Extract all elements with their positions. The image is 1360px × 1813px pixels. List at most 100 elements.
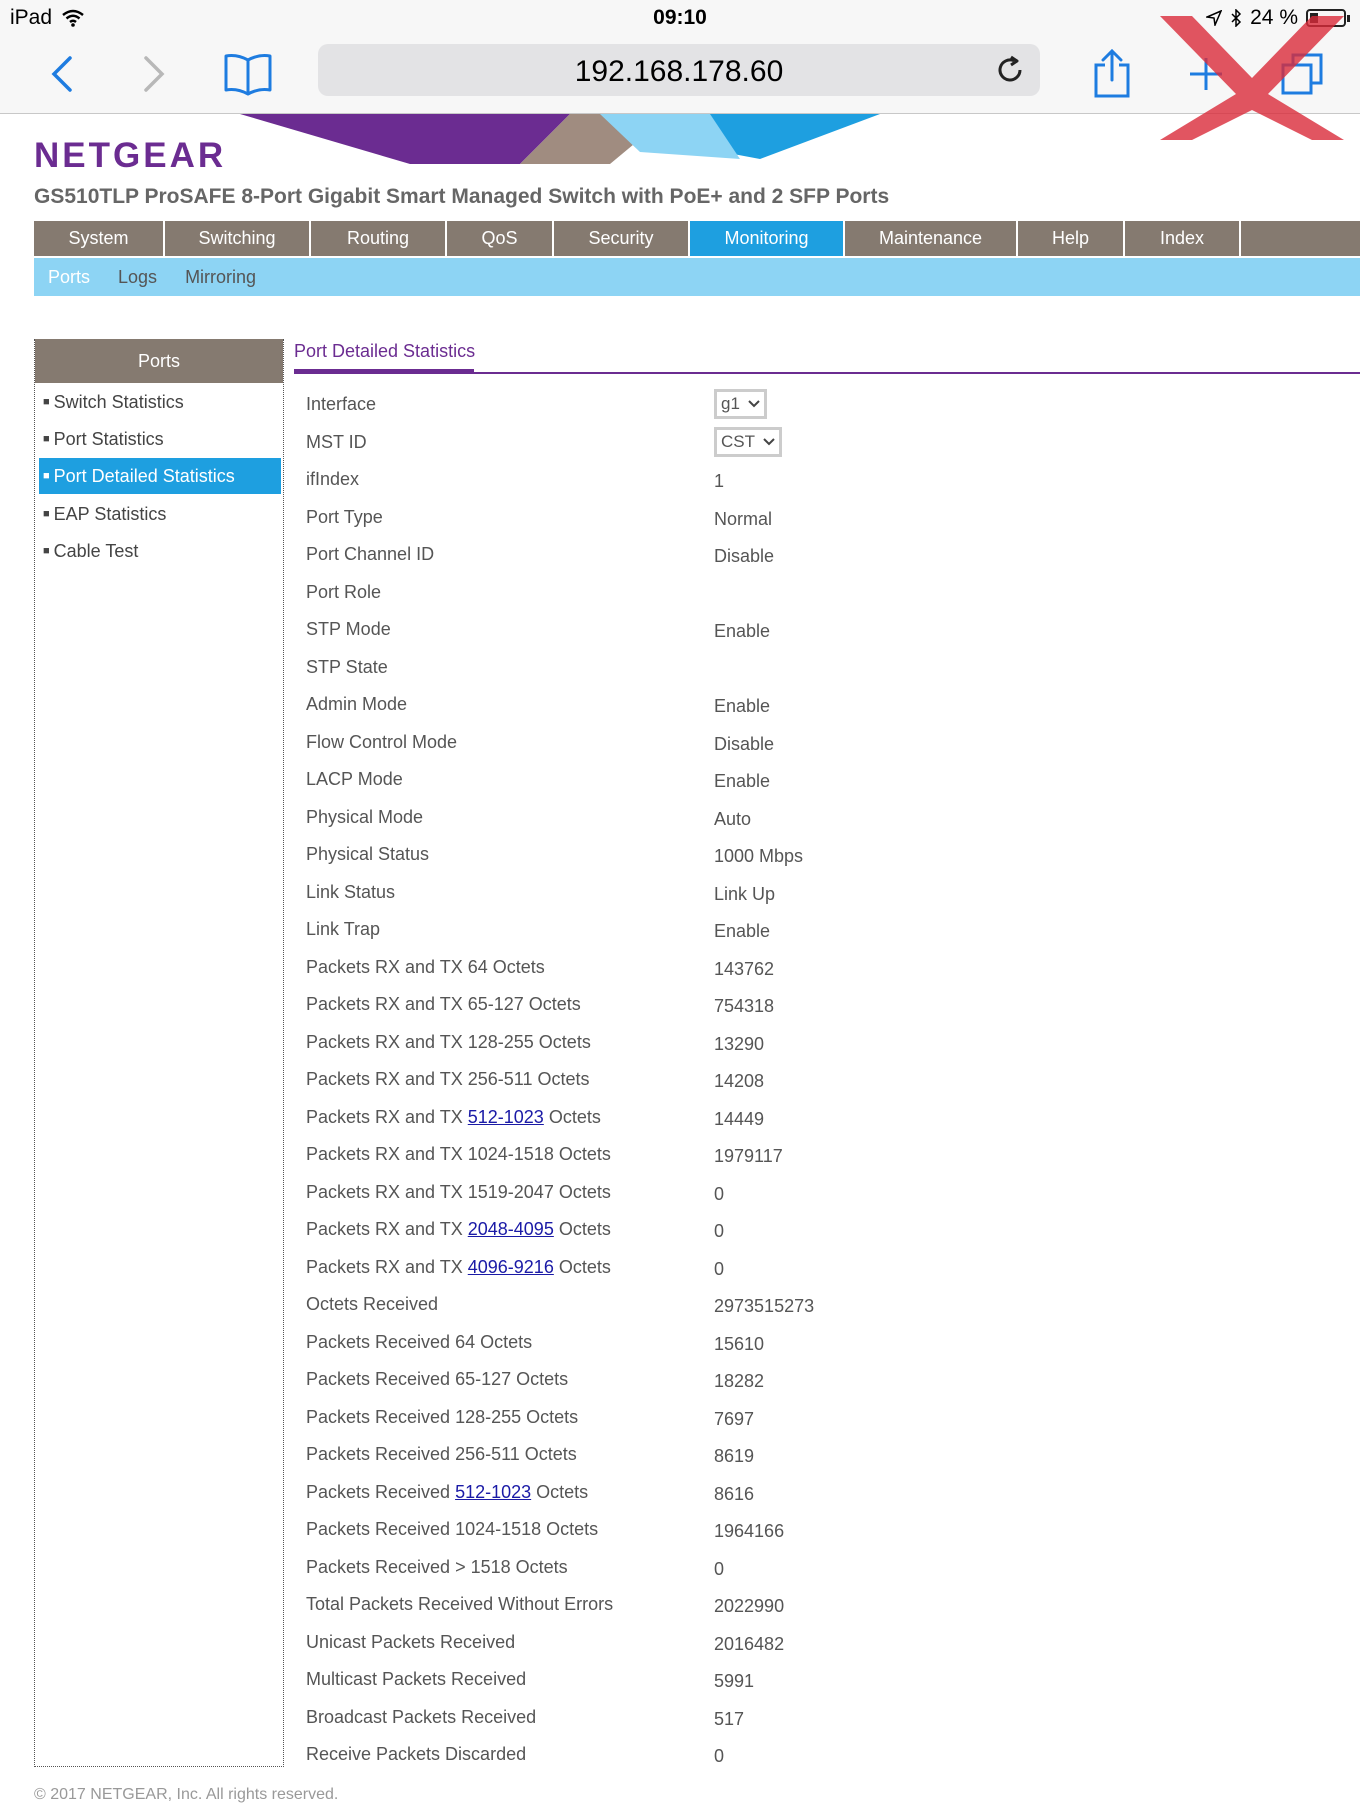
- table-row: Packets RX and TX 65-127 Octets 754318: [306, 986, 1346, 1024]
- sidebar-title: Ports: [35, 339, 283, 383]
- bullet-icon: ■: [43, 545, 50, 557]
- row-label: Packets RX and TX 4096-9216 Octets: [306, 1257, 611, 1278]
- nav-index[interactable]: Index: [1125, 221, 1241, 256]
- sidebar-item-cable-test[interactable]: ■ Cable Test: [39, 533, 281, 569]
- bookmarks-icon[interactable]: [218, 44, 278, 104]
- row-label-prefix: Packets RX and TX: [306, 1219, 468, 1239]
- table-row: LACP Mode Enable: [306, 761, 1346, 799]
- table-row: Flow Control Mode Disable: [306, 724, 1346, 762]
- row-value: 5991: [714, 1671, 755, 1691]
- mst-select-value: CST: [721, 431, 755, 451]
- row-label: Packets Received 65-127 Octets: [306, 1369, 569, 1389]
- row-value: Disable: [714, 546, 775, 566]
- row-label-link[interactable]: 512-1023: [455, 1482, 531, 1502]
- nav-security[interactable]: Security: [554, 221, 690, 256]
- table-row: ifIndex 1: [306, 461, 1346, 499]
- nav-routing[interactable]: Routing: [311, 221, 447, 256]
- chevron-down-icon: [748, 400, 760, 408]
- row-value: 14449: [714, 1108, 765, 1129]
- share-icon[interactable]: [1082, 44, 1142, 104]
- row-label: Admin Mode: [306, 694, 408, 714]
- sidebar-item-eap-statistics[interactable]: ■ EAP Statistics: [39, 496, 281, 532]
- row-label: Packets RX and TX 65-127 Octets: [306, 994, 581, 1014]
- row-value: 0: [714, 1558, 725, 1579]
- row-label: Packets RX and TX 128-255 Octets: [306, 1031, 591, 1052]
- table-row: Link Trap Enable: [306, 911, 1346, 949]
- table-row: Port Channel ID Disable: [306, 536, 1346, 574]
- sidebar-item-label: Switch Statistics: [53, 392, 184, 412]
- sidebar-item-port-statistics[interactable]: ■ Port Statistics: [39, 421, 281, 457]
- row-value: 0: [714, 1221, 725, 1241]
- table-row: Link Status Link Up: [306, 874, 1346, 912]
- subnav-ports[interactable]: Ports: [48, 267, 90, 288]
- nav-help[interactable]: Help: [1018, 221, 1125, 256]
- table-row: Packets RX and TX 512-1023 Octets 14449: [306, 1099, 1346, 1137]
- row-value: 14208: [714, 1071, 765, 1091]
- sidebar-item-switch-statistics[interactable]: ■ Switch Statistics: [39, 384, 281, 420]
- table-row: Multicast Packets Received 5991: [306, 1661, 1346, 1699]
- table-row: Packets RX and TX 4096-9216 Octets 0: [306, 1249, 1346, 1287]
- row-label: Multicast Packets Received: [306, 1669, 527, 1689]
- mst-select[interactable]: CST: [714, 426, 782, 457]
- row-label: Packets Received 512-1023 Octets: [306, 1482, 588, 1503]
- row-label: Packets Received 1024-1518 Octets: [306, 1519, 599, 1539]
- row-value: 517: [714, 1708, 745, 1729]
- row-label: Broadcast Packets Received: [306, 1706, 537, 1727]
- table-row: Packets Received 512-1023 Octets 8616: [306, 1474, 1346, 1512]
- row-label: Packets RX and TX 1519-2047 Octets: [306, 1181, 611, 1202]
- table-row: STP State: [306, 649, 1346, 687]
- table-row: Port Role: [306, 574, 1346, 612]
- subnav-logs[interactable]: Logs: [118, 267, 157, 288]
- browser-toolbar: 192.168.178.60: [0, 36, 1360, 114]
- row-label: ifIndex: [306, 469, 360, 489]
- nav-system[interactable]: System: [34, 221, 165, 256]
- row-label: Packets Received 64 Octets: [306, 1331, 533, 1352]
- stats-table: Interface g1 MST ID CST ifIndex 1 Port Typ…: [306, 386, 1346, 1774]
- back-icon[interactable]: [32, 44, 92, 104]
- reload-icon[interactable]: [992, 52, 1028, 88]
- row-label-link[interactable]: 2048-4095: [468, 1219, 554, 1239]
- sidebar-item-label: Port Detailed Statistics: [53, 466, 235, 486]
- row-value: Link Up: [714, 883, 776, 904]
- row-value: 143762: [714, 958, 775, 979]
- row-label: STP Mode: [306, 619, 391, 639]
- table-row: Packets RX and TX 1024-1518 Octets 197911…: [306, 1136, 1346, 1174]
- row-label: Unicast Packets Received: [306, 1631, 516, 1652]
- mst-label: MST ID: [306, 431, 367, 452]
- table-row: Packets RX and TX 1519-2047 Octets 0: [306, 1174, 1346, 1212]
- row-label-link[interactable]: 4096-9216: [468, 1257, 554, 1277]
- table-row: Packets Received 256-511 Octets 8619: [306, 1436, 1346, 1474]
- row-value: 15610: [714, 1333, 765, 1354]
- bullet-icon: ■: [43, 470, 50, 482]
- row-label: LACP Mode: [306, 769, 403, 789]
- header-banner-graphic: [240, 114, 880, 164]
- sidebar-item-port-detailed-statistics[interactable]: ■ Port Detailed Statistics: [39, 458, 281, 494]
- row-value: 2973515273: [714, 1296, 815, 1316]
- nav-monitoring[interactable]: Monitoring: [690, 221, 845, 256]
- sidebar-item-label: EAP Statistics: [53, 504, 167, 524]
- row-label: Port Type: [306, 506, 383, 527]
- nav-qos[interactable]: QoS: [447, 221, 554, 256]
- interface-select[interactable]: g1: [714, 389, 767, 419]
- address-bar[interactable]: 192.168.178.60: [318, 44, 1040, 96]
- row-label: Packets RX and TX 256-511 Octets: [306, 1069, 590, 1089]
- row-value: 2016482: [714, 1633, 785, 1654]
- table-row: Receive Packets Discarded 0: [306, 1736, 1346, 1774]
- sidebar: Ports ■ Switch Statistics ■ Port Statistic…: [34, 339, 284, 1767]
- row-label: Port Channel ID: [306, 544, 435, 564]
- row-label-prefix: Packets RX and TX: [306, 1256, 468, 1277]
- row-value: 8616: [714, 1483, 755, 1504]
- row-value: 8619: [714, 1446, 755, 1466]
- table-row: Total Packets Received Without Errors 202…: [306, 1586, 1346, 1624]
- nav-maintenance[interactable]: Maintenance: [845, 221, 1018, 256]
- row-value: 0: [714, 1183, 725, 1204]
- forward-icon[interactable]: [124, 44, 184, 104]
- nav-switching[interactable]: Switching: [165, 221, 311, 256]
- row-value: 754318: [714, 996, 775, 1016]
- row-label: Receive Packets Discarded: [306, 1744, 527, 1764]
- row-label: Packets Received 256-511 Octets: [306, 1444, 577, 1464]
- subnav-mirroring[interactable]: Mirroring: [185, 267, 256, 288]
- table-row: Packets RX and TX 128-255 Octets 13290: [306, 1024, 1346, 1062]
- row-label: STP State: [306, 656, 388, 677]
- row-label-link[interactable]: 512-1023: [468, 1107, 544, 1127]
